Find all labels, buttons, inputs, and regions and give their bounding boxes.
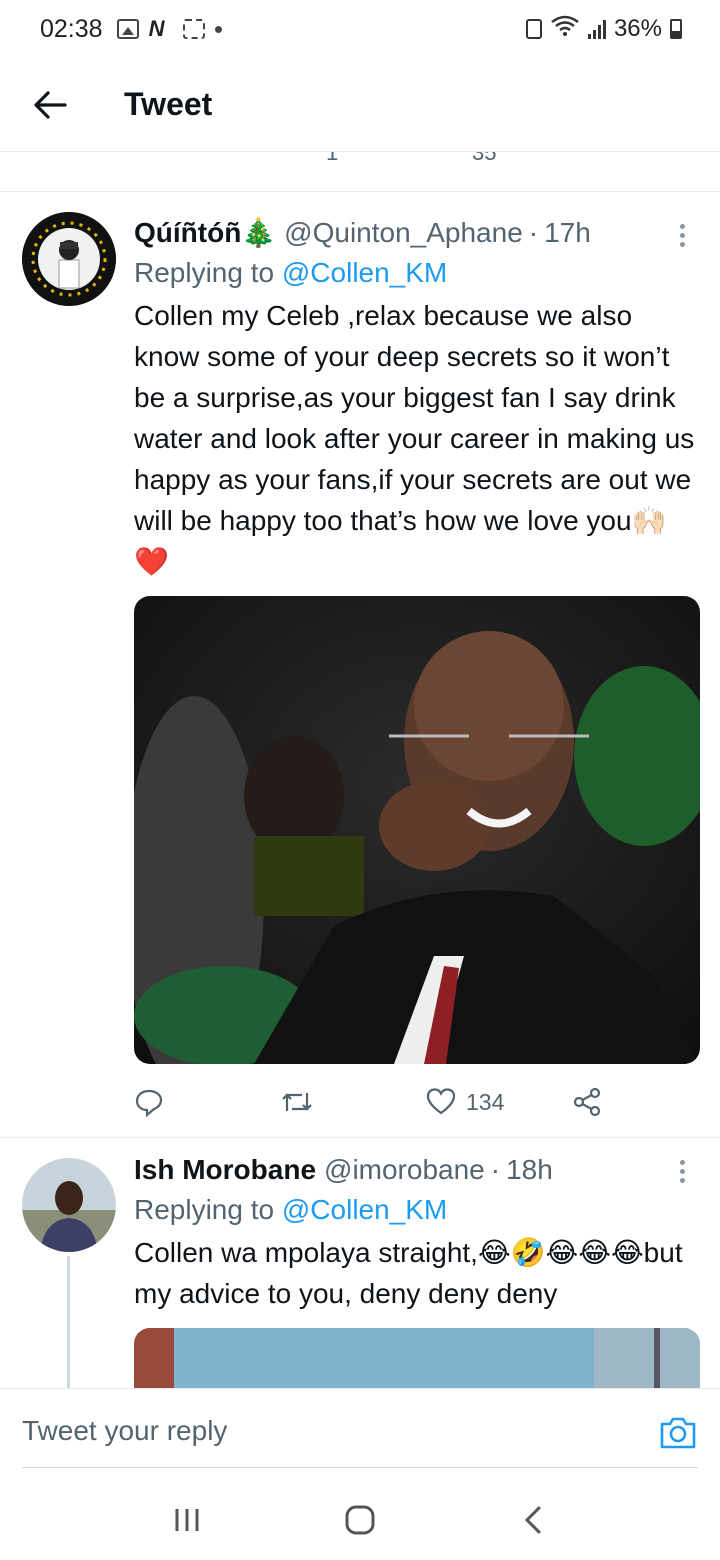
like-count: 35	[472, 152, 497, 165]
wifi-icon	[550, 15, 580, 43]
lock-icon	[525, 19, 542, 39]
reply-input[interactable]: Tweet your reply	[22, 1415, 227, 1447]
separator: ·	[490, 1154, 501, 1185]
tweet-image[interactable]	[134, 596, 700, 1064]
heart-icon	[426, 1088, 456, 1115]
like-button[interactable]: 134	[426, 1087, 572, 1117]
mention-link[interactable]: @Collen_KM	[282, 257, 447, 288]
avatar[interactable]	[22, 1158, 116, 1252]
replying-prefix: Replying to	[134, 1194, 275, 1225]
user-handle[interactable]: @imorobane	[324, 1154, 485, 1186]
retweet-count: 1	[326, 152, 339, 165]
retweet-button[interactable]	[280, 1087, 426, 1117]
tweet-actions: 134	[134, 1080, 700, 1124]
netflix-notification-icon: N	[148, 16, 165, 41]
camera-icon	[660, 1417, 696, 1449]
tweet-card[interactable]: Qúíñtóñ🎄 @Quinton_Aphane · 17h Replying …	[0, 192, 720, 1138]
retweet-icon	[282, 1093, 312, 1111]
tweet-time[interactable]: 17h	[544, 217, 591, 249]
system-nav-bar	[0, 1480, 720, 1560]
previous-tweet-actions: 1 35	[0, 152, 720, 192]
replying-to: Replying to @Collen_KM	[134, 257, 700, 289]
tweet-image[interactable]	[134, 1328, 700, 1388]
home-button[interactable]	[330, 1490, 390, 1550]
separator: ·	[528, 217, 539, 248]
thread-line	[67, 1256, 70, 1388]
display-name[interactable]: Qúíñtóñ🎄	[134, 216, 276, 249]
like-count: 134	[466, 1088, 505, 1115]
back-nav-button[interactable]	[503, 1490, 563, 1550]
replying-to: Replying to @Collen_KM	[134, 1194, 700, 1226]
status-time: 02:38	[40, 14, 103, 43]
avatar[interactable]	[22, 212, 116, 306]
battery-percent: 36%	[613, 15, 662, 42]
share-button[interactable]	[572, 1087, 602, 1117]
recents-icon	[175, 1509, 199, 1531]
reply-button[interactable]	[134, 1087, 280, 1117]
more-notifications-dot-icon	[214, 25, 222, 33]
display-name[interactable]: Ish Morobane	[134, 1154, 316, 1186]
composer-underline	[22, 1467, 698, 1468]
back-button[interactable]	[20, 75, 80, 135]
battery-icon	[670, 19, 682, 39]
share-icon	[573, 1087, 601, 1117]
arrow-left-icon	[34, 90, 67, 119]
screenshot-notification-icon	[182, 19, 205, 39]
mention-link[interactable]: @Collen_KM	[282, 1194, 447, 1225]
tweet-text: Collen wa mpolaya straight,😂🤣😂😂😂but my a…	[134, 1237, 683, 1309]
app-header: Tweet	[0, 58, 720, 152]
tweet-text: Collen my Celeb ,relax because we also k…	[134, 300, 695, 577]
gallery-notification-icon	[116, 19, 139, 39]
reply-composer: Tweet your reply	[0, 1388, 720, 1480]
user-handle[interactable]: @Quinton_Aphane	[284, 217, 523, 249]
home-icon	[345, 1505, 375, 1535]
reply-icon	[135, 1089, 163, 1117]
status-bar: 02:38 N 36%	[0, 0, 720, 58]
tweet-time[interactable]: 18h	[506, 1154, 553, 1186]
page-title: Tweet	[124, 86, 213, 122]
signal-icon	[587, 19, 606, 39]
chevron-left-icon	[525, 1506, 541, 1534]
camera-button[interactable]	[658, 1413, 698, 1453]
recents-button[interactable]	[157, 1490, 217, 1550]
tweet-card[interactable]: Ish Morobane @imorobane · 18h Replying t…	[0, 1138, 720, 1388]
replying-prefix: Replying to	[134, 257, 275, 288]
